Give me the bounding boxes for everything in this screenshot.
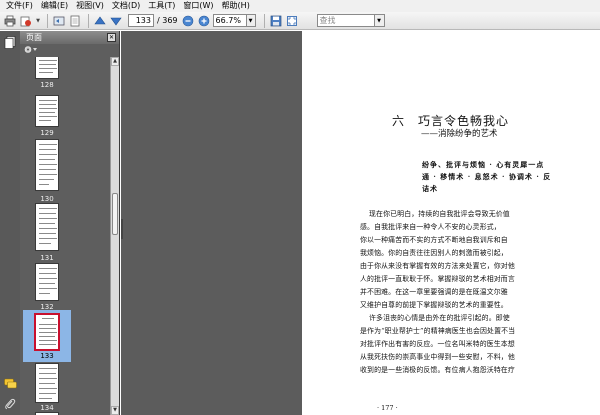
body-text-line: 由于你从来没有掌握有效的方法来处置它，你对他 bbox=[360, 262, 515, 270]
previous-view-icon[interactable] bbox=[52, 14, 66, 28]
body-text-line: 从我死扶伤的崇高事业中得到一些安慰，不料，他 bbox=[360, 353, 515, 361]
menu-window[interactable]: 窗口(W) bbox=[179, 0, 217, 12]
menu-bar: 文件(F) 编辑(E) 视图(V) 文档(D) 工具(T) 窗口(W) 帮助(H… bbox=[0, 0, 600, 12]
print-icon[interactable] bbox=[3, 14, 17, 28]
navigation-strip bbox=[0, 31, 20, 415]
page-thumbnail[interactable] bbox=[35, 363, 59, 403]
next-page-icon[interactable] bbox=[109, 14, 123, 28]
scroll-down-icon[interactable]: ▼ bbox=[111, 406, 119, 415]
menu-document[interactable]: 文档(D) bbox=[108, 0, 144, 12]
close-icon[interactable]: ✕ bbox=[107, 33, 116, 42]
thumbnail-label: 134 bbox=[40, 404, 54, 412]
share-icon[interactable] bbox=[19, 14, 33, 28]
body-text-line: 并不困难。在这一章里要强调的是在既温文尔雅 bbox=[360, 288, 508, 296]
chapter-summary-line: 通 · 移情术 · 息怒术 · 协调术 · 反 bbox=[422, 172, 552, 181]
pages-panel: 页面 ✕ 128 129 130 131 132 133 134 ▲ ▼ bbox=[20, 31, 120, 415]
zoom-input[interactable]: 66.7% bbox=[212, 14, 247, 27]
panel-resize-handle[interactable] bbox=[121, 219, 123, 239]
pages-icon[interactable] bbox=[3, 35, 17, 49]
page-thumbnail[interactable] bbox=[34, 313, 60, 351]
page-number-footer: · 177 · bbox=[377, 404, 398, 412]
body-text-line: 是作为“职业帮护士”的精神病医生也会因处置不当 bbox=[360, 327, 516, 335]
share-dropdown-icon[interactable]: ▼ bbox=[35, 14, 41, 28]
menu-edit[interactable]: 编辑(E) bbox=[37, 0, 72, 12]
page-total: / 369 bbox=[157, 16, 178, 25]
panel-header: 页面 ✕ bbox=[20, 31, 119, 44]
menu-tools[interactable]: 工具(T) bbox=[144, 0, 179, 12]
toolbar-divider bbox=[47, 13, 48, 28]
zoom-out-icon[interactable] bbox=[181, 14, 195, 28]
chapter-summary-line: 纷争、批评与烦恼 · 心有灵犀一点 bbox=[422, 160, 545, 169]
previous-page-icon[interactable] bbox=[93, 14, 107, 28]
chapter-summary-line: 诘术 bbox=[422, 184, 438, 193]
thumbnail-label: 129 bbox=[40, 129, 54, 137]
thumbnail-label: 133 bbox=[40, 352, 54, 360]
panel-title: 页面 bbox=[26, 33, 42, 42]
menu-view[interactable]: 视图(V) bbox=[72, 0, 108, 12]
body-text-line: 对批评作出有害的反应。一位名叫米特的医生本想 bbox=[360, 340, 515, 348]
body-text-line: 我烦恼。你的自责往往因别人的刺激而被引起， bbox=[360, 249, 508, 257]
body-text-line: 你以一种痛苦而不实的方式不断地自我训斥和自 bbox=[360, 236, 508, 244]
body-text-line: 现在你已明白，持续的自我批评会导致无价值 bbox=[369, 210, 510, 218]
body-text-line: 许多沮丧的心情是由外在的批评引起的。即使 bbox=[369, 314, 510, 322]
page-thumbnail[interactable] bbox=[35, 263, 59, 301]
attachment-icon[interactable] bbox=[3, 397, 17, 411]
document-page: 六 巧言令色畅我心 ——消除纷争的艺术 纷争、批评与烦恼 · 心有灵犀一点 通 … bbox=[302, 31, 600, 415]
menu-help[interactable]: 帮助(H) bbox=[218, 0, 254, 12]
thumbnail-label: 131 bbox=[40, 254, 54, 262]
body-text-line: 人的批评一直耿耿于怀。掌握辩驳的艺术相对而言 bbox=[360, 275, 515, 283]
menu-file[interactable]: 文件(F) bbox=[2, 0, 37, 12]
zoom-dropdown-icon[interactable]: ▼ bbox=[246, 14, 256, 27]
toolbar: ▼ 133 / 369 66.7% ▼ 查找 ▼ bbox=[0, 12, 600, 30]
page-thumbnail[interactable] bbox=[35, 57, 59, 79]
save-icon[interactable] bbox=[269, 14, 283, 28]
body-text-line: 收到的是一些消极的反馈。有位病人抱怨沃特在疗 bbox=[360, 366, 515, 374]
body-text-line: 感。自我批评来自一种令人不安的心灵形式， bbox=[360, 223, 501, 231]
page-view-icon[interactable] bbox=[68, 14, 82, 28]
thumbnail-label: 128 bbox=[40, 81, 54, 89]
thumbnail-scrollbar[interactable]: ▲ ▼ bbox=[110, 57, 119, 415]
page-thumbnail[interactable] bbox=[35, 203, 59, 251]
zoom-in-icon[interactable] bbox=[197, 14, 211, 28]
document-background bbox=[121, 31, 302, 415]
options-icon[interactable] bbox=[24, 45, 38, 56]
comments-icon[interactable] bbox=[3, 377, 17, 391]
search-dropdown-icon[interactable]: ▼ bbox=[374, 14, 385, 27]
body-text-line: 又维护自尊的前提下掌握辩驳的艺术的重要性。 bbox=[360, 301, 508, 309]
thumbnail-label: 130 bbox=[40, 195, 54, 203]
scrollbar-thumb[interactable] bbox=[112, 193, 118, 235]
toolbar-divider bbox=[263, 13, 265, 28]
panel-options[interactable] bbox=[20, 44, 119, 57]
chapter-subtitle: ——消除纷争的艺术 bbox=[421, 129, 498, 139]
page-number-input[interactable]: 133 bbox=[128, 14, 154, 27]
search-input[interactable]: 查找 bbox=[316, 14, 375, 27]
thumbnail-list: 128 129 130 131 132 133 134 bbox=[20, 57, 110, 415]
page-thumbnail[interactable] bbox=[35, 95, 59, 127]
fit-page-icon[interactable] bbox=[285, 14, 299, 28]
scroll-up-icon[interactable]: ▲ bbox=[111, 57, 119, 66]
toolbar-divider bbox=[88, 13, 89, 28]
page-thumbnail[interactable] bbox=[35, 139, 59, 191]
